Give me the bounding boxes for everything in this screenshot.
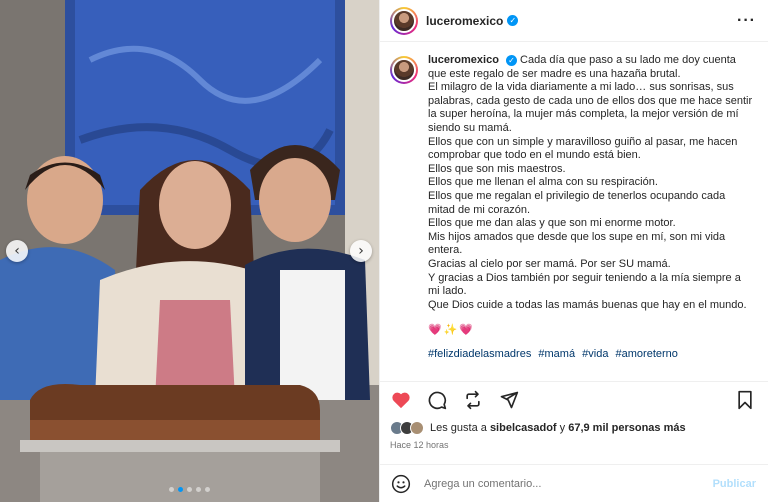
caption-line: Y gracias a Dios también por seguir teni… — [428, 271, 741, 298]
likes-count[interactable]: 67,9 mil personas más — [568, 422, 685, 434]
verified-badge-icon: ✓ — [507, 15, 519, 26]
hashtag-link[interactable]: #mamá — [538, 348, 575, 360]
caption-line: El milagro de la vida diariamente a mi l… — [428, 81, 753, 134]
hashtag-link[interactable]: #amoreterno — [616, 348, 678, 360]
caption-avatar[interactable] — [390, 56, 418, 84]
liker-avatars[interactable] — [390, 421, 424, 435]
post-header: luceromexico ✓ ··· — [380, 0, 768, 42]
carousel-dot — [187, 487, 192, 492]
share-icon[interactable] — [498, 389, 520, 411]
post-photo — [0, 0, 379, 502]
post-timestamp[interactable]: Hace 12 horas — [380, 438, 768, 454]
carousel-dot — [169, 487, 174, 492]
caption-line: Ellos que me llenan el alma con su respi… — [428, 176, 658, 189]
carousel-next-button[interactable]: › — [350, 240, 372, 262]
comment-icon[interactable] — [426, 389, 448, 411]
more-options-icon[interactable]: ··· — [737, 12, 756, 30]
liker-username[interactable]: sibelcasadof — [490, 422, 557, 434]
caption-section: luceromexico ✓ Cada día que paso a su la… — [380, 42, 768, 382]
likes-prefix: Les gusta a — [430, 422, 487, 434]
carousel-dot — [178, 487, 183, 492]
caption-line: Ellos que me regalan el privilegio de te… — [428, 189, 726, 216]
comment-input[interactable] — [424, 477, 713, 490]
post-sidebar: luceromexico ✓ ··· luceromexico ✓ Cada d… — [379, 0, 768, 502]
hashtag-link[interactable]: #vida — [582, 348, 608, 360]
heart-icon[interactable] — [390, 389, 412, 411]
caption-text: luceromexico ✓ Cada día que paso a su la… — [428, 54, 753, 381]
hashtag-link[interactable]: #felizdiadelasmadres — [428, 348, 531, 360]
caption-line: Ellos que con un simple y maravilloso gu… — [428, 135, 738, 162]
post-comment-button[interactable]: Publicar — [713, 478, 756, 490]
avatar[interactable] — [390, 6, 418, 35]
likes-summary: Les gusta a sibelcasadof y 67,9 mil pers… — [380, 418, 768, 438]
caption-line: Gracias al cielo por ser mamá. Por ser S… — [428, 257, 671, 270]
carousel-prev-button[interactable]: ‹ — [6, 240, 28, 262]
caption-emojis: 💗✨💗 — [428, 324, 476, 337]
caption-line: Ellos que son mis maestros. — [428, 162, 566, 175]
verified-badge-icon: ✓ — [505, 55, 517, 67]
carousel-dot — [205, 487, 210, 492]
emoji-icon[interactable] — [390, 473, 412, 495]
caption-line: Ellos que me dan alas y que son mi enorm… — [428, 217, 676, 230]
post-media[interactable]: ‹ › — [0, 0, 379, 502]
bookmark-icon[interactable] — [734, 389, 756, 411]
repost-icon[interactable] — [462, 389, 484, 411]
header-username[interactable]: luceromexico — [426, 14, 503, 28]
comment-bar: Publicar — [380, 464, 768, 502]
carousel-indicator — [0, 487, 379, 492]
caption-line: Mis hijos amados que desde que los supe … — [428, 230, 726, 257]
action-bar — [380, 382, 768, 418]
carousel-dot — [196, 487, 201, 492]
caption-username[interactable]: luceromexico — [428, 54, 499, 66]
likes-joiner: y — [559, 422, 566, 434]
hashtag-list: #felizdiadelasmadres #mamá #vida #amoret… — [428, 348, 753, 362]
caption-line: Que Dios cuide a todas las mamás buenas … — [428, 298, 747, 311]
